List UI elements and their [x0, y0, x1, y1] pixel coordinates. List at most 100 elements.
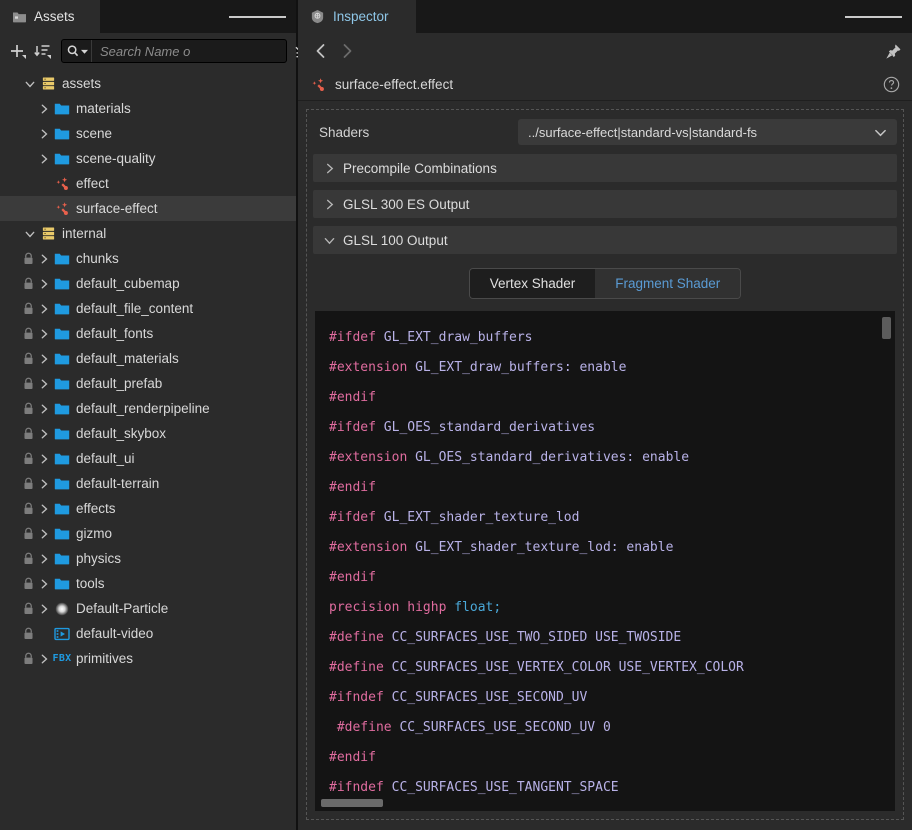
assets-menu-button[interactable]	[219, 0, 296, 33]
chevron-right-icon[interactable]	[36, 329, 52, 339]
chevron-right-icon[interactable]	[36, 304, 52, 314]
tree-item-label: default_cubemap	[76, 276, 180, 291]
chevron-right-icon[interactable]	[36, 504, 52, 514]
tree-item-default-materials[interactable]: default_materials	[0, 346, 296, 371]
tree-item-primitives[interactable]: FBX primitives	[0, 646, 296, 671]
lock-icon	[20, 252, 36, 265]
chevron-right-icon[interactable]	[36, 579, 52, 589]
code-token: #ifdef	[329, 330, 376, 345]
tree-item-internal[interactable]: internal	[0, 221, 296, 246]
effect-icon	[52, 176, 72, 192]
tree-item-chunks[interactable]: chunks	[0, 246, 296, 271]
tree-item-tools[interactable]: tools	[0, 571, 296, 596]
chevron-right-icon[interactable]	[36, 279, 52, 289]
chevron-right-icon[interactable]	[36, 654, 52, 664]
tree-item-assets[interactable]: assets	[0, 71, 296, 96]
tree-item-label: Default-Particle	[76, 601, 169, 616]
tab-inspector[interactable]: Inspector	[298, 0, 416, 33]
tree-item-surface-effect[interactable]: surface-effect	[0, 196, 296, 221]
nav-back-button[interactable]	[308, 38, 334, 64]
tree-item-default-renderpipeline[interactable]: default_renderpipeline	[0, 396, 296, 421]
tree-item-label: assets	[62, 76, 102, 91]
tab-assets[interactable]: Assets	[0, 0, 100, 33]
tree-item-materials[interactable]: materials	[0, 96, 296, 121]
tree-item-physics[interactable]: physics	[0, 546, 296, 571]
search-mode-button[interactable]	[62, 40, 92, 62]
tree-item-default-file-content[interactable]: default_file_content	[0, 296, 296, 321]
app-root: Assets Search Name o assets materials sc…	[0, 0, 912, 830]
help-button[interactable]	[883, 76, 900, 93]
chevron-right-icon	[343, 44, 352, 58]
tree-item-label: surface-effect	[76, 201, 158, 216]
tree-item-default-terrain[interactable]: default-terrain	[0, 471, 296, 496]
chevron-down-icon[interactable]	[22, 229, 38, 239]
assets-tabbar: Assets	[0, 0, 296, 33]
database-icon	[38, 76, 58, 91]
folder-icon	[12, 10, 27, 24]
tree-item-effect[interactable]: effect	[0, 171, 296, 196]
chevron-right-icon[interactable]	[36, 554, 52, 564]
section-glsl-100-output[interactable]: GLSL 100 Output	[313, 226, 897, 254]
tree-item-label: default_renderpipeline	[76, 401, 210, 416]
code-line: #endif	[329, 473, 895, 503]
shaders-select[interactable]: ../surface-effect|standard-vs|standard-f…	[518, 119, 897, 145]
chevron-right-icon[interactable]	[36, 379, 52, 389]
code-horizontal-scrollbar[interactable]	[321, 799, 383, 807]
code-token: #ifndef	[329, 780, 384, 795]
code-token: GL_EXT_shader_texture_lod	[383, 510, 580, 525]
tab-fragment-shader[interactable]: Fragment Shader	[595, 269, 741, 298]
tree-item-default-prefab[interactable]: default_prefab	[0, 371, 296, 396]
chevron-right-icon[interactable]	[36, 404, 52, 414]
chevron-right-icon[interactable]	[36, 529, 52, 539]
lock-icon	[20, 277, 36, 290]
chevron-right-icon[interactable]	[36, 104, 52, 114]
tree-item-default-cubemap[interactable]: default_cubemap	[0, 271, 296, 296]
chevron-right-icon[interactable]	[36, 479, 52, 489]
help-icon	[883, 76, 900, 93]
code-line: #ifndef CC_SURFACES_USE_SECOND_UV	[329, 683, 895, 713]
tree-item-scene-quality[interactable]: scene-quality	[0, 146, 296, 171]
code-token: #extension	[329, 360, 408, 375]
lock-icon	[20, 327, 36, 340]
add-dropdown-icon	[11, 45, 26, 59]
pin-button[interactable]	[885, 43, 902, 60]
tree-item-scene[interactable]: scene	[0, 121, 296, 146]
chevron-right-icon[interactable]	[36, 254, 52, 264]
tree-item-default-fonts[interactable]: default_fonts	[0, 321, 296, 346]
code-token: GL_EXT_draw_buffers: enable	[415, 360, 627, 375]
tree-item-label: default-video	[76, 626, 154, 641]
folder-icon	[52, 277, 72, 291]
chevron-down-icon[interactable]	[22, 79, 38, 89]
add-asset-button[interactable]	[8, 38, 28, 64]
tree-item-gizmo[interactable]: gizmo	[0, 521, 296, 546]
tab-vertex-shader[interactable]: Vertex Shader	[469, 269, 596, 298]
inspector-menu-button[interactable]	[835, 0, 912, 33]
chevron-right-icon[interactable]	[36, 429, 52, 439]
search-input[interactable]	[92, 43, 286, 59]
folder-icon	[52, 302, 72, 316]
chevron-right-icon[interactable]	[36, 354, 52, 364]
section-glsl-300-es-output[interactable]: GLSL 300 ES Output	[313, 190, 897, 218]
chevron-right-icon[interactable]	[36, 129, 52, 139]
nav-forward-button[interactable]	[334, 38, 360, 64]
code-line: #extension GL_OES_standard_derivatives: …	[329, 443, 895, 473]
code-token: #endif	[329, 390, 376, 405]
folder-icon	[52, 102, 72, 116]
shader-code-area[interactable]: #ifdef GL_EXT_draw_buffers #extension GL_…	[315, 311, 895, 811]
search-box[interactable]	[61, 39, 287, 63]
chevron-right-icon[interactable]	[36, 154, 52, 164]
code-token: #endif	[329, 480, 376, 495]
code-vertical-scrollbar[interactable]	[882, 317, 891, 339]
chevron-right-icon[interactable]	[36, 604, 52, 614]
section-precompile-combinations[interactable]: Precompile Combinations	[313, 154, 897, 182]
sort-assets-button[interactable]	[33, 38, 53, 64]
tree-item-default-video[interactable]: default-video	[0, 621, 296, 646]
tree-item-default-particle[interactable]: Default-Particle	[0, 596, 296, 621]
tree-item-effects[interactable]: effects	[0, 496, 296, 521]
tree-item-default-ui[interactable]: default_ui	[0, 446, 296, 471]
tree-item-default-skybox[interactable]: default_skybox	[0, 421, 296, 446]
chevron-right-icon[interactable]	[36, 454, 52, 464]
